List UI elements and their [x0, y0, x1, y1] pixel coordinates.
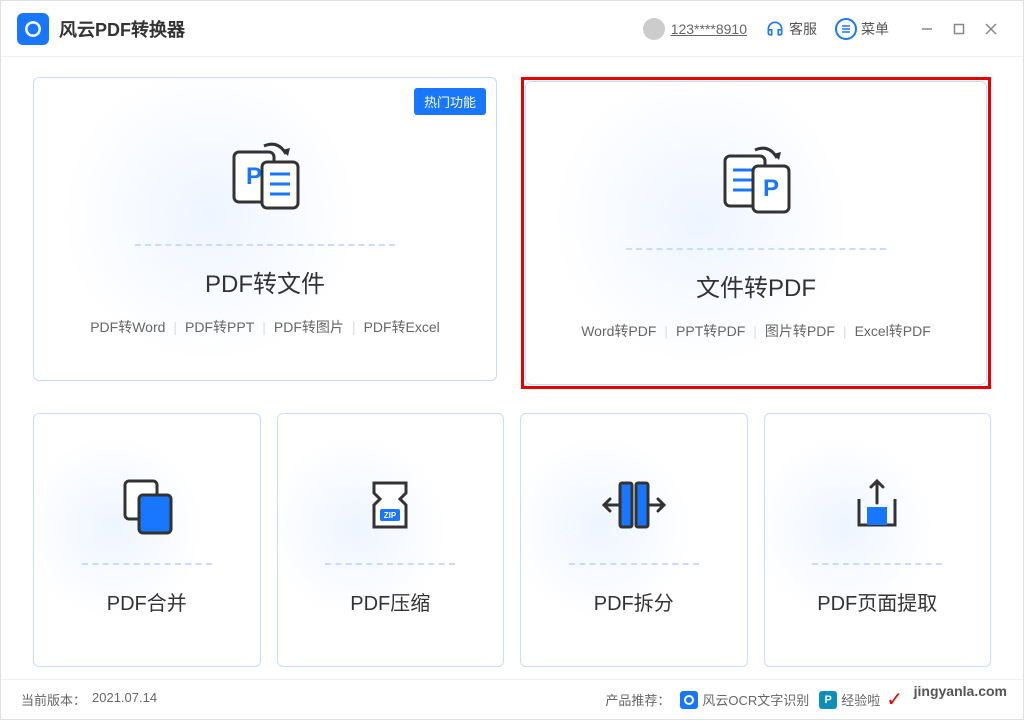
sub-item: PDF转Excel	[364, 317, 440, 337]
promo-ocr[interactable]: 风云OCR文字识别	[680, 690, 809, 709]
svg-text:P: P	[763, 175, 779, 202]
minimize-button[interactable]	[911, 13, 943, 45]
pdf-extract-title: PDF页面提取	[817, 587, 937, 616]
pdf-promo-icon: P	[819, 691, 837, 709]
app-logo-icon	[17, 13, 49, 45]
promo-ocr-label: 风云OCR文字识别	[702, 690, 809, 709]
sub-item: PDF转Word	[90, 317, 165, 337]
pdf-to-file-card[interactable]: 热门功能 P PDF转文件 PDF转Wor	[33, 77, 497, 381]
divider	[626, 248, 886, 250]
svg-text:P: P	[246, 163, 262, 190]
close-button[interactable]	[975, 13, 1007, 45]
sub-item: PDF转PPT	[185, 317, 254, 337]
compress-icon: ZIP	[358, 465, 422, 545]
hot-feature-badge: 热门功能	[414, 88, 486, 115]
divider	[135, 244, 395, 246]
pdf-compress-title: PDF压缩	[350, 587, 430, 616]
sub-item: 图片转PDF	[765, 321, 835, 341]
pdf-to-file-icon: P	[220, 122, 310, 232]
file-to-pdf-icon: P	[711, 126, 801, 236]
file-to-pdf-highlight: P 文件转PDF Word转PDF| PPT转PDF| 图片转PDF| Exce…	[521, 77, 991, 389]
file-to-pdf-sublist: Word转PDF| PPT转PDF| 图片转PDF| Excel转PDF	[581, 321, 931, 341]
watermark: jingyanla.com	[914, 683, 1007, 699]
sub-item: PDF转图片	[274, 317, 344, 337]
app-title: 风云PDF转换器	[59, 16, 185, 42]
titlebar: 风云PDF转换器 123****8910 客服 菜单	[1, 1, 1023, 57]
pdf-merge-card[interactable]: PDF合并	[33, 413, 261, 667]
menu-button[interactable]: 菜单	[835, 18, 889, 40]
svg-text:ZIP: ZIP	[384, 511, 397, 520]
bottom-card-row: PDF合并 ZIP PDF压缩	[33, 413, 991, 667]
customer-service-button[interactable]: 客服	[765, 19, 817, 39]
pdf-split-card[interactable]: PDF拆分	[520, 413, 748, 667]
pdf-compress-card[interactable]: ZIP PDF压缩	[277, 413, 505, 667]
main-content: 热门功能 P PDF转文件 PDF转Wor	[1, 57, 1023, 679]
divider	[82, 563, 212, 565]
sub-item: PPT转PDF	[676, 321, 745, 341]
menu-icon	[835, 18, 857, 40]
user-name-label: 123****8910	[671, 21, 747, 37]
file-to-pdf-title: 文件转PDF	[696, 268, 816, 303]
ocr-icon	[680, 691, 698, 709]
sub-item: Excel转PDF	[855, 321, 931, 341]
promo-pdf-label: 经验啦	[841, 690, 880, 709]
headset-icon	[765, 19, 785, 39]
sub-item: Word转PDF	[581, 321, 656, 341]
version-value: 2021.07.14	[92, 690, 157, 709]
recommend-label: 产品推荐：	[605, 690, 670, 709]
user-account[interactable]: 123****8910	[643, 18, 747, 40]
promo-pdf[interactable]: P 经验啦 ✓	[819, 687, 903, 712]
split-icon	[598, 465, 670, 545]
avatar-icon	[643, 18, 665, 40]
app-window: 风云PDF转换器 123****8910 客服 菜单	[0, 0, 1024, 720]
maximize-button[interactable]	[943, 13, 975, 45]
pdf-to-file-sublist: PDF转Word| PDF转PPT| PDF转图片| PDF转Excel	[90, 317, 440, 337]
window-controls	[911, 13, 1007, 45]
pdf-split-title: PDF拆分	[594, 587, 674, 616]
menu-label: 菜单	[861, 19, 889, 39]
divider	[812, 563, 942, 565]
top-card-row: 热门功能 P PDF转文件 PDF转Wor	[33, 77, 991, 389]
version-label: 当前版本：	[21, 690, 86, 709]
file-to-pdf-card[interactable]: P 文件转PDF Word转PDF| PPT转PDF| 图片转PDF| Exce…	[525, 81, 987, 385]
pdf-to-file-title: PDF转文件	[205, 264, 325, 299]
extract-icon	[845, 465, 909, 545]
customer-service-label: 客服	[789, 19, 817, 39]
statusbar: 当前版本： 2021.07.14 产品推荐： 风云OCR文字识别 P 经验啦 ✓…	[1, 679, 1023, 719]
divider	[325, 563, 455, 565]
merge-icon	[115, 465, 179, 545]
version-info: 当前版本： 2021.07.14	[21, 690, 157, 709]
pdf-extract-card[interactable]: PDF页面提取	[764, 413, 992, 667]
divider	[569, 563, 699, 565]
pdf-merge-title: PDF合并	[107, 587, 187, 616]
